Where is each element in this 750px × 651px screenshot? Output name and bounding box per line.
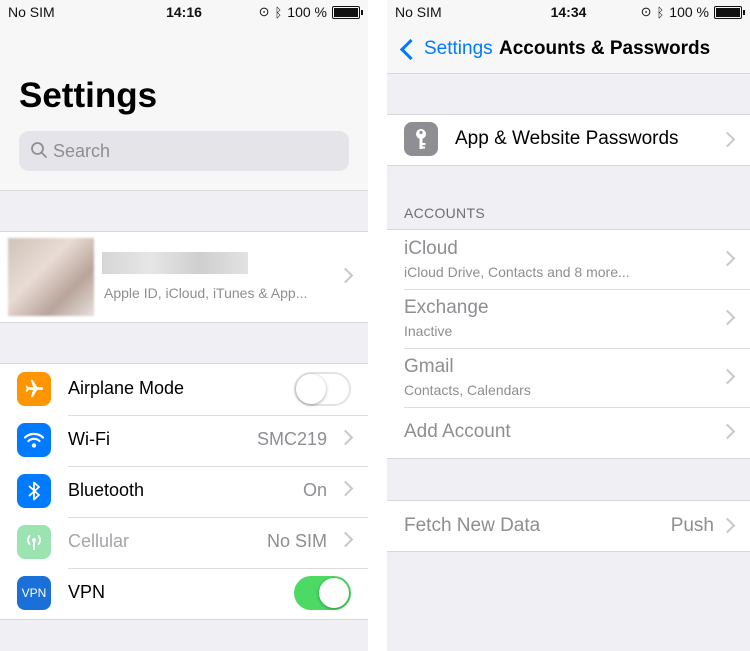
account-name: iCloud (404, 238, 458, 259)
airplane-icon (17, 372, 51, 406)
chevron-right-icon (719, 131, 736, 148)
screenshot-divider (368, 0, 387, 651)
bluetooth-label: Bluetooth (68, 480, 145, 500)
accounts-passwords-screen: No SIM 14:34 ⊙ ᛒ 100 % Settings Accounts… (387, 0, 750, 651)
chevron-right-icon (719, 517, 736, 534)
battery-icon (714, 5, 745, 19)
chevron-right-icon (719, 423, 736, 440)
accounts-section-header: ACCOUNTS (404, 205, 485, 221)
lock-rotation-icon: ⊙ (258, 4, 270, 19)
wifi-icon (17, 423, 51, 457)
fetch-new-data-label: Fetch New Data (404, 515, 541, 536)
account-row-exchange[interactable]: Exchange Inactive (387, 289, 750, 348)
add-account-row[interactable]: Add Account (387, 407, 750, 458)
page-title: Settings (19, 76, 158, 115)
passwords-group: App & Website Passwords (387, 114, 750, 166)
wifi-value: SMC219 (256, 429, 327, 449)
chevron-right-icon (719, 250, 736, 267)
wifi-label: Wi-Fi (68, 429, 110, 449)
key-icon (404, 122, 438, 156)
vpn-label: VPN (68, 582, 106, 602)
chevron-right-icon (337, 531, 354, 548)
settings-header: No SIM 14:16 ⊙ ᛒ 100 % Settings Search (0, 0, 368, 191)
app-website-passwords-row[interactable]: App & Website Passwords (387, 115, 750, 165)
search-placeholder: Search (53, 141, 111, 161)
cellular-label: Cellular (68, 531, 130, 551)
account-detail: iCloud Drive, Contacts and 8 more... (404, 264, 630, 280)
bluetooth-status-icon: ᛒ (656, 4, 665, 20)
fetch-new-data-value: Push (670, 515, 714, 536)
bluetooth-icon (17, 474, 51, 508)
back-label: Settings (424, 38, 493, 59)
airplane-mode-label: Airplane Mode (68, 378, 185, 398)
chevron-right-icon (337, 267, 354, 284)
page-title: Accounts & Passwords (499, 38, 711, 59)
passwords-label: App & Website Passwords (455, 128, 679, 149)
add-account-label: Add Account (404, 421, 511, 442)
status-bar: No SIM 14:16 ⊙ ᛒ 100 % (0, 0, 368, 24)
fetch-group: Fetch New Data Push (387, 500, 750, 552)
search-field[interactable]: Search (19, 131, 349, 171)
back-button[interactable]: Settings (397, 38, 493, 60)
apple-id-row[interactable]: Apple ID, iCloud, iTunes & App... (0, 231, 368, 323)
bluetooth-row[interactable]: Bluetooth On (0, 466, 368, 517)
chevron-right-icon (719, 309, 736, 326)
account-detail: Inactive (404, 323, 453, 339)
chevron-right-icon (337, 480, 354, 497)
battery-percent: 100 % (287, 4, 327, 20)
account-row-icloud[interactable]: iCloud iCloud Drive, Contacts and 8 more… (387, 230, 750, 289)
account-name: Gmail (404, 356, 454, 377)
chevron-left-icon (399, 38, 422, 60)
lock-rotation-icon: ⊙ (640, 4, 652, 19)
wifi-row[interactable]: Wi-Fi SMC219 (0, 415, 368, 466)
vpn-toggle[interactable] (294, 576, 351, 610)
avatar (8, 238, 94, 316)
airplane-mode-row[interactable]: Airplane Mode (0, 364, 368, 415)
bluetooth-value: On (302, 480, 327, 500)
fetch-new-data-row[interactable]: Fetch New Data Push (387, 501, 750, 551)
accounts-group: iCloud iCloud Drive, Contacts and 8 more… (387, 229, 750, 459)
account-name: Exchange (404, 297, 489, 318)
chevron-right-icon (719, 368, 736, 385)
cellular-value: No SIM (266, 531, 327, 551)
airplane-mode-toggle[interactable] (294, 372, 351, 406)
bluetooth-status-icon: ᛒ (274, 4, 283, 20)
navigation-bar: No SIM 14:34 ⊙ ᛒ 100 % Settings Accounts… (387, 0, 750, 74)
battery-icon (332, 5, 363, 19)
search-icon (31, 142, 47, 158)
user-name-blurred (102, 252, 248, 274)
status-bar: No SIM 14:34 ⊙ ᛒ 100 % (387, 0, 750, 24)
connectivity-group: Airplane Mode Wi-Fi SMC219 Bluetooth On … (0, 363, 368, 620)
vpn-icon: VPN (17, 576, 51, 610)
vpn-row[interactable]: VPN VPN (0, 568, 368, 619)
cellular-icon (17, 525, 51, 559)
settings-screen: No SIM 14:16 ⊙ ᛒ 100 % Settings Search A… (0, 0, 368, 651)
account-detail: Contacts, Calendars (404, 382, 531, 398)
battery-percent: 100 % (669, 4, 709, 20)
chevron-right-icon (337, 429, 354, 446)
cellular-row[interactable]: Cellular No SIM (0, 517, 368, 568)
apple-id-subtitle: Apple ID, iCloud, iTunes & App... (104, 285, 308, 301)
account-row-gmail[interactable]: Gmail Contacts, Calendars (387, 348, 750, 407)
